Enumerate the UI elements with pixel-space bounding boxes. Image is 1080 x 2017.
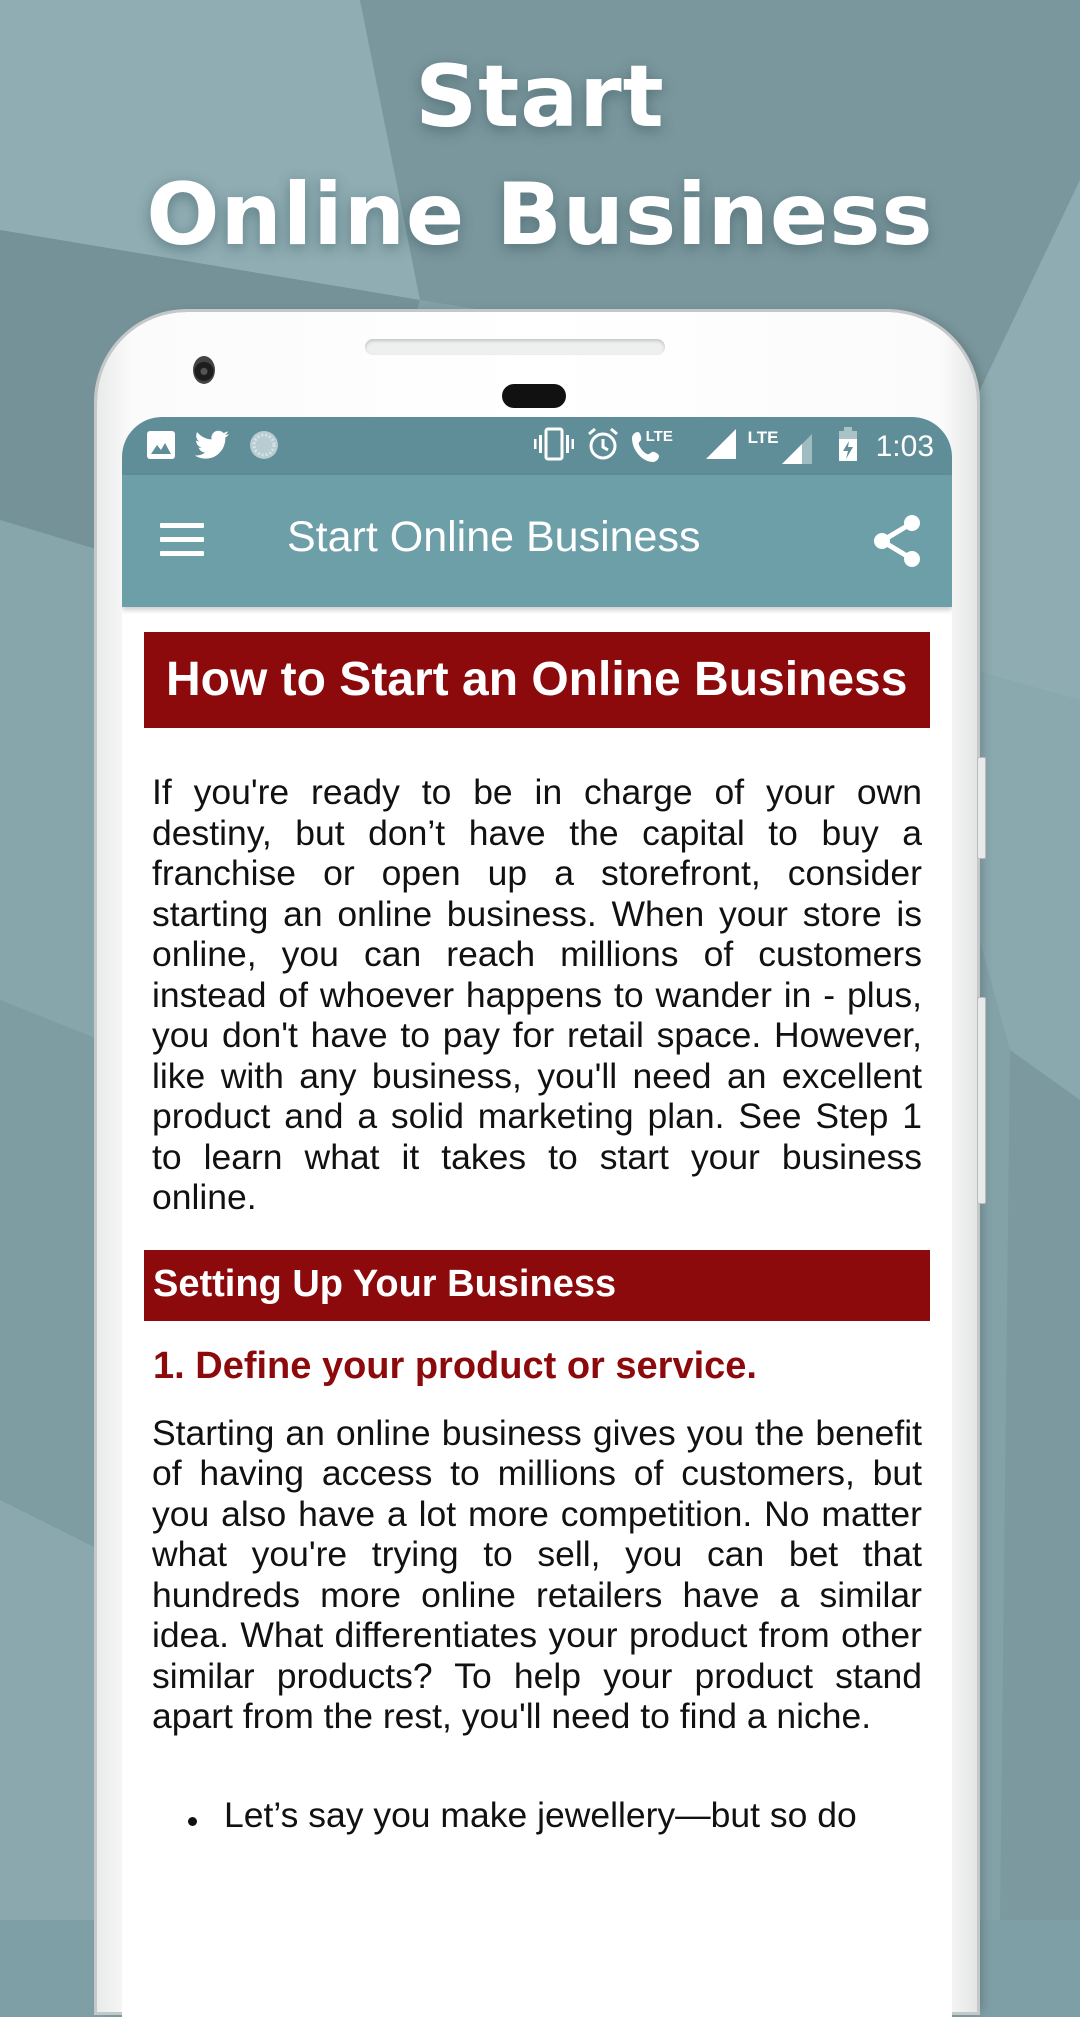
status-time: 1:03 — [875, 429, 934, 463]
article-intro: If you're ready to be in charge of your … — [152, 772, 922, 1217]
list-item: Let’s say you make jewellery—but so do — [188, 1795, 930, 1835]
lte-signal-icon: LTE — [747, 427, 812, 464]
sync-icon — [248, 429, 280, 466]
hamburger-menu-icon[interactable] — [160, 523, 204, 559]
phone-speaker — [365, 339, 665, 355]
volte-call-icon: LTE — [631, 427, 678, 464]
app-screen: LTE LTE 1:03 Start Online Business How t… — [122, 417, 952, 2017]
image-icon — [146, 430, 176, 465]
share-icon[interactable] — [872, 513, 922, 569]
step-body: Starting an online business gives you th… — [152, 1412, 922, 1737]
app-bar: Start Online Business — [122, 475, 952, 607]
phone-front-camera — [193, 356, 215, 384]
promo-headline: Start Online Business — [0, 38, 1080, 274]
section-heading: Setting Up Your Business — [144, 1249, 930, 1321]
promo-title-line1: Start — [415, 47, 665, 147]
vibrate-icon — [533, 427, 574, 466]
app-title: Start Online Business — [287, 513, 701, 561]
phone-mockup: LTE LTE 1:03 Start Online Business How t… — [97, 312, 986, 2017]
step-heading: 1. Define your product or service. — [153, 1344, 757, 1387]
battery-charging-icon — [838, 427, 858, 466]
phone-volume-button — [977, 757, 986, 859]
lte-label: LTE — [645, 427, 673, 445]
signal-icon — [705, 429, 736, 464]
article-content[interactable]: How to Start an Online Business If you'r… — [122, 607, 952, 1835]
article-title: How to Start an Online Business — [144, 632, 930, 728]
phone-power-button — [977, 997, 986, 1204]
promo-title-line2: Online Business — [146, 165, 934, 265]
twitter-icon — [194, 430, 230, 465]
phone-sensor — [502, 384, 566, 408]
status-bar: LTE LTE 1:03 — [122, 417, 952, 475]
alarm-icon — [586, 427, 620, 466]
lte-label: LTE — [747, 427, 779, 447]
